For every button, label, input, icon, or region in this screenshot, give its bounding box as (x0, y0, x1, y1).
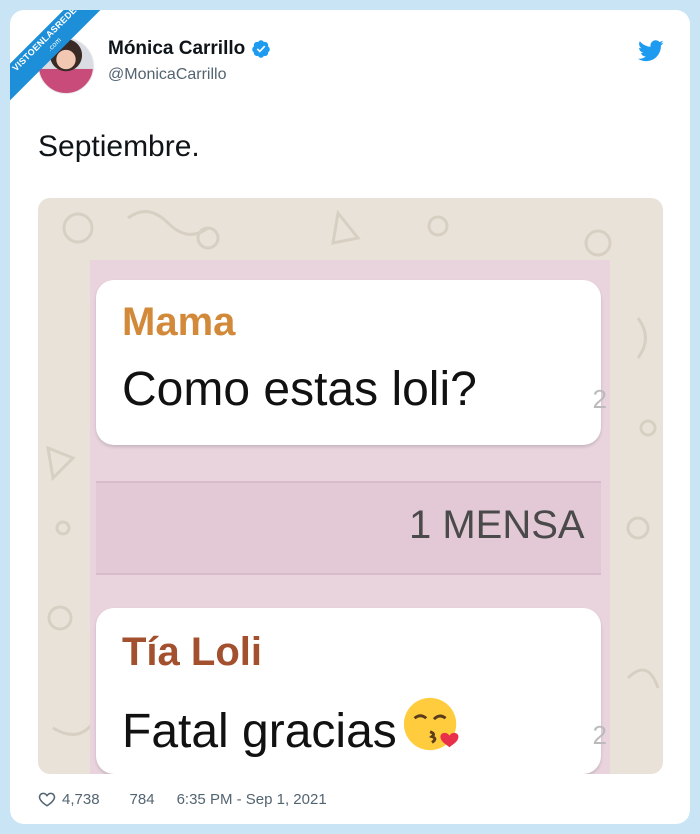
message-text: Como estas loli? (122, 363, 477, 416)
message-bubble: Tía Loli Fatal gracias 2 (96, 608, 607, 774)
tweet-card: VISTOENLASREDES .com Mónica Carrillo @Mo… (10, 10, 690, 824)
like-count[interactable]: 4,738 (62, 791, 100, 808)
message-bubble: Mama Como estas loli? 2 (96, 280, 607, 445)
message-time: 2 (592, 720, 607, 750)
heart-icon[interactable] (38, 790, 56, 808)
unread-banner-text: 1 MENSA (409, 503, 585, 547)
message-sender: Mama (122, 300, 236, 344)
message-sender: Tía Loli (122, 630, 262, 674)
tweet-text: Septiembre. (38, 130, 200, 163)
tweet-footer: 4,738 784 6:35 PM - Sep 1, 2021 (38, 790, 327, 808)
retweet-count[interactable]: 784 (130, 791, 155, 808)
author-handle[interactable]: @MonicaCarrillo (108, 66, 227, 84)
verified-icon (252, 40, 270, 58)
author-name-row[interactable]: Mónica Carrillo (108, 38, 271, 60)
author-name[interactable]: Mónica Carrillo (108, 38, 245, 60)
kiss-emoji-icon (403, 697, 459, 751)
tweet-image[interactable]: Mama Como estas loli? 2 1 MENSA Tía Loli… (38, 198, 663, 774)
twitter-bird-icon[interactable] (638, 40, 664, 62)
unread-messages-banner: 1 MENSA (96, 481, 601, 575)
message-time: 2 (592, 384, 607, 414)
tweet-timestamp[interactable]: 6:35 PM - Sep 1, 2021 (177, 791, 327, 808)
message-text-row: Fatal gracias (122, 693, 463, 759)
message-text: Fatal gracias (122, 705, 397, 758)
